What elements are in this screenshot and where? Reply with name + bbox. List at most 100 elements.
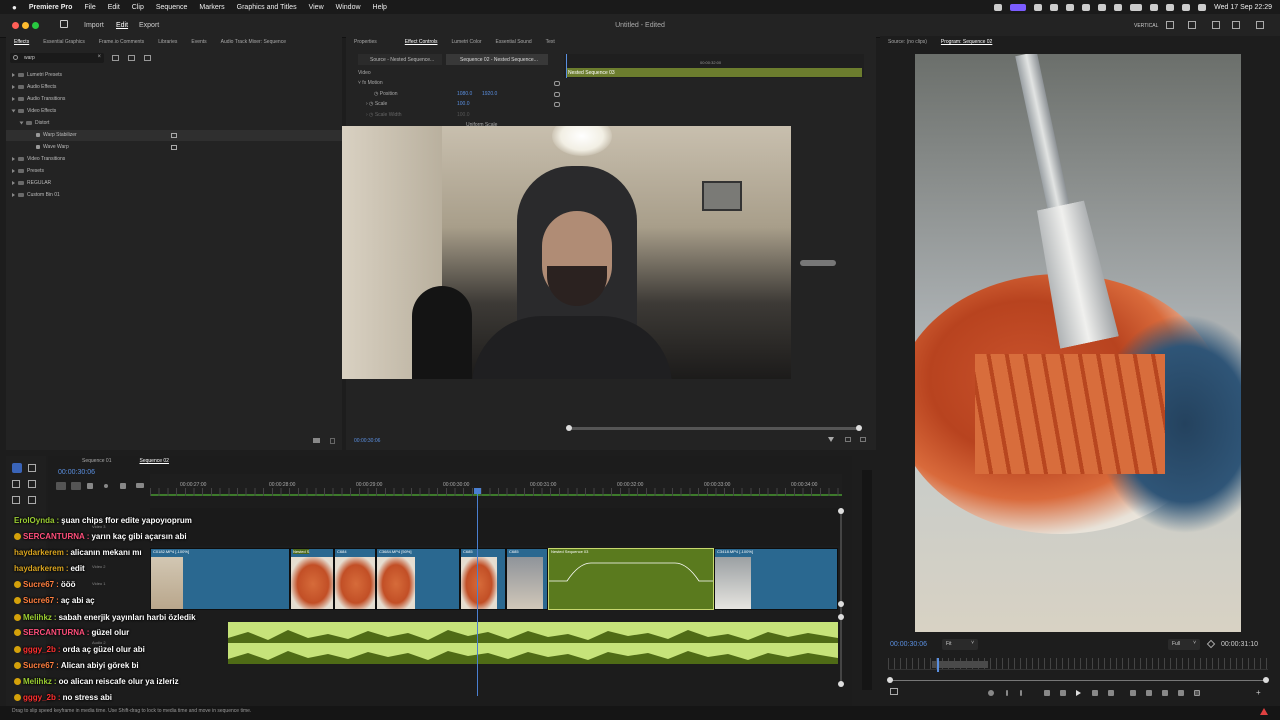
menu-clip[interactable]: Clip	[132, 4, 144, 11]
scroll-handle-top[interactable]	[838, 508, 844, 514]
go-to-in-icon[interactable]	[1044, 690, 1050, 696]
tab-audio-track-mixer[interactable]: Audio Track Mixer: Sequence	[221, 39, 286, 45]
status-icon[interactable]	[1098, 3, 1107, 11]
program-zoom-track[interactable]	[890, 680, 1266, 681]
delete-icon[interactable]	[330, 438, 335, 444]
status-icon[interactable]	[1034, 3, 1043, 11]
ec-timecode[interactable]: 00:00:30:06	[354, 438, 380, 444]
wrench-icon[interactable]	[120, 483, 126, 489]
add-marker-icon[interactable]	[988, 690, 994, 696]
sequence-clip-selector[interactable]: Sequence 02 - Nested Sequence...	[446, 54, 548, 65]
program-playhead[interactable]	[937, 658, 939, 672]
add-marker-icon[interactable]	[104, 484, 108, 488]
ec-zoom-handle-right[interactable]	[856, 425, 862, 431]
effects-search-box[interactable]: warp ×	[10, 53, 104, 63]
scroll-handle-mid[interactable]	[838, 614, 844, 620]
timeline-timecode[interactable]: 00:00:30:06	[58, 469, 95, 476]
share-icon[interactable]	[1188, 21, 1196, 29]
menu-sequence[interactable]: Sequence	[156, 4, 188, 11]
scroll-handle-mid[interactable]	[838, 601, 844, 607]
ec-position-x[interactable]: 1080.0	[457, 91, 472, 97]
tab-properties[interactable]: Properties	[354, 39, 377, 45]
tree-custom-bin[interactable]: Custom Bin 01	[12, 192, 60, 198]
razor-tool[interactable]	[28, 480, 36, 488]
reset-icon[interactable]	[554, 102, 560, 107]
program-timecode[interactable]: 00:00:30:06	[890, 641, 927, 648]
menu-app-name[interactable]: Premiere Pro	[29, 4, 73, 11]
timeline-clip[interactable]: C685	[460, 548, 506, 610]
tree-presets[interactable]: Presets	[12, 168, 44, 174]
add-button-icon[interactable]: +	[1256, 689, 1262, 697]
tree-audio-effects[interactable]: Audio Effects	[12, 84, 56, 90]
comparison-view-icon[interactable]	[1178, 690, 1184, 696]
export-frame-icon[interactable]	[845, 437, 851, 442]
tab-frameio[interactable]: Frame.io Comments	[99, 39, 144, 45]
reset-icon[interactable]	[554, 81, 560, 86]
nest-icon[interactable]	[56, 482, 66, 490]
audio-track-a1[interactable]	[228, 622, 838, 664]
layout-icon[interactable]	[1166, 21, 1174, 29]
search-icon[interactable]	[1166, 3, 1175, 11]
battery-icon[interactable]	[1130, 3, 1143, 11]
filter-icon[interactable]	[828, 437, 834, 443]
step-forward-icon[interactable]	[1092, 690, 1098, 696]
tab-sequence-02[interactable]: Sequence 02	[139, 458, 168, 464]
tab-libraries[interactable]: Libraries	[158, 39, 177, 45]
timeline-clip[interactable]: C685	[506, 548, 548, 610]
timeline-clip[interactable]: C3684.MP4 [50%]	[376, 548, 460, 610]
tab-events[interactable]: Events	[191, 39, 206, 45]
playhead-handle[interactable]	[474, 488, 481, 494]
overwrite-icon[interactable]	[1146, 690, 1152, 696]
tree-audio-transitions[interactable]: Audio Transitions	[12, 96, 65, 102]
menu-help[interactable]: Help	[373, 4, 387, 11]
program-zoom-right[interactable]	[1263, 677, 1269, 683]
reset-icon[interactable]	[554, 92, 560, 97]
expand-icon[interactable]	[1232, 21, 1240, 29]
tab-program-monitor[interactable]: Program: Sequence 02	[941, 39, 992, 45]
menu-graphics[interactable]: Graphics and Titles	[237, 4, 297, 11]
ec-position-y[interactable]: 1920.0	[482, 91, 497, 97]
captions-icon[interactable]	[136, 483, 144, 488]
selection-tool[interactable]	[12, 463, 22, 473]
control-center-icon[interactable]	[1182, 3, 1191, 11]
accelerated-effects-icon[interactable]	[112, 55, 119, 61]
menu-markers[interactable]: Markers	[199, 4, 224, 11]
new-bin-icon[interactable]	[313, 438, 320, 443]
tab-sequence-01[interactable]: Sequence 01	[82, 458, 111, 464]
tab-source-monitor[interactable]: Source: (no clips)	[888, 39, 927, 45]
tab-effect-controls[interactable]: Effect Controls	[405, 39, 438, 45]
timeline-ruler[interactable]	[150, 474, 842, 496]
tab-essential-sound[interactable]: Essential Sound	[496, 39, 532, 45]
clear-search-icon[interactable]: ×	[97, 54, 101, 60]
ec-scroll-handle[interactable]	[800, 260, 836, 266]
snap-icon[interactable]	[71, 482, 81, 490]
ec-motion-row[interactable]: ˅ fx Motion	[358, 80, 383, 86]
step-back-icon[interactable]	[1060, 690, 1066, 696]
32bit-effects-icon[interactable]	[128, 55, 135, 61]
scroll-handle-bottom[interactable]	[838, 681, 844, 687]
tree-warp-stabilizer[interactable]: Warp Stabilizer	[36, 132, 77, 138]
ec-scale-value[interactable]: 100.0	[457, 101, 470, 107]
tab-essential-graphics[interactable]: Essential Graphics	[43, 39, 85, 45]
settings-icon[interactable]	[860, 437, 866, 442]
menu-window[interactable]: Window	[336, 4, 361, 11]
menu-view[interactable]: View	[309, 4, 324, 11]
menu-icon[interactable]	[1256, 21, 1264, 29]
source-clip-selector[interactable]: Source - Nested Sequence...	[358, 54, 442, 65]
fit-dropdown[interactable]: Fit ˅	[942, 639, 978, 650]
tab-effects[interactable]: Effects	[14, 39, 29, 45]
safe-margins-icon[interactable]	[1194, 690, 1200, 696]
warning-icon[interactable]	[1260, 708, 1268, 715]
tree-video-transitions[interactable]: Video Transitions	[12, 156, 65, 162]
playhead-line[interactable]	[477, 490, 478, 696]
status-icon[interactable]	[1050, 3, 1059, 11]
mark-in-icon[interactable]	[1006, 690, 1008, 696]
ec-zoom-handle-left[interactable]	[566, 425, 572, 431]
yuv-effects-icon[interactable]	[144, 55, 151, 61]
apple-icon[interactable]: ●	[12, 3, 17, 12]
bluetooth-icon[interactable]	[1114, 3, 1123, 11]
timeline-clip[interactable]: C684	[334, 548, 376, 610]
program-zoom-left[interactable]	[887, 677, 893, 683]
program-settings-icon[interactable]	[890, 688, 898, 695]
tree-video-effects[interactable]: Video Effects	[11, 108, 56, 114]
